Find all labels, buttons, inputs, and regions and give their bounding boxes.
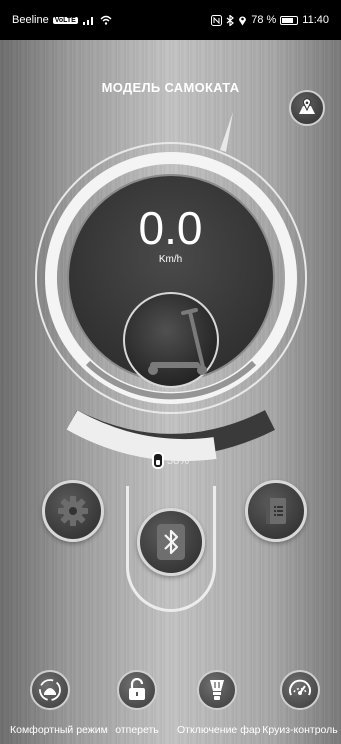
speed-unit: Km/h — [158, 254, 183, 265]
battery-indicator: 58% — [152, 452, 189, 469]
speed-needle — [220, 112, 233, 152]
gear-icon — [58, 496, 88, 526]
unlock-button[interactable]: отпереть — [97, 670, 177, 736]
comfort-mode-button[interactable]: Комфортный режим — [10, 670, 108, 736]
book-icon — [266, 498, 286, 524]
nfc-icon — [211, 14, 223, 26]
clock: 11:40 — [302, 14, 329, 26]
carrier-name: Beeline — [12, 14, 49, 26]
battery-percent-label: 58% — [167, 454, 190, 467]
speed-value: 0.0 — [138, 202, 203, 254]
speed-gauge — [35, 112, 307, 462]
status-bar: Beeline VoLTE 78 % 11:40 — [0, 0, 341, 40]
cruise-control-label: Круиз-контроль — [262, 724, 338, 736]
settings-button[interactable] — [42, 480, 104, 542]
battery-fill — [282, 17, 294, 23]
location-icon — [239, 16, 247, 25]
wifi-icon — [100, 15, 112, 25]
bluetooth-button[interactable] — [137, 508, 205, 576]
cruise-control-button[interactable]: Круиз-контроль — [260, 670, 340, 736]
headlight-off-button[interactable]: Отключение фар — [177, 670, 261, 736]
headlight-icon — [210, 680, 224, 700]
signal-icon — [82, 17, 93, 25]
bluetooth-icon — [226, 14, 235, 26]
battery-percent: 78 % — [251, 14, 277, 26]
cruise-control-icon — [289, 679, 311, 696]
battery-icon — [280, 15, 299, 25]
battery-vertical-icon — [152, 452, 164, 469]
comfort-mode-icon — [39, 679, 61, 701]
comfort-mode-label: Комфортный режим — [10, 724, 108, 736]
unlock-label: отпереть — [115, 724, 159, 736]
bluetooth-icon — [157, 524, 185, 560]
headlight-off-label: Отключение фар — [177, 724, 261, 736]
manual-button[interactable] — [245, 480, 307, 542]
volte-badge: VoLTE — [52, 16, 78, 24]
unlock-icon — [129, 678, 145, 700]
page-title: МОДЕЛЬ САМОКАТА — [101, 80, 240, 95]
